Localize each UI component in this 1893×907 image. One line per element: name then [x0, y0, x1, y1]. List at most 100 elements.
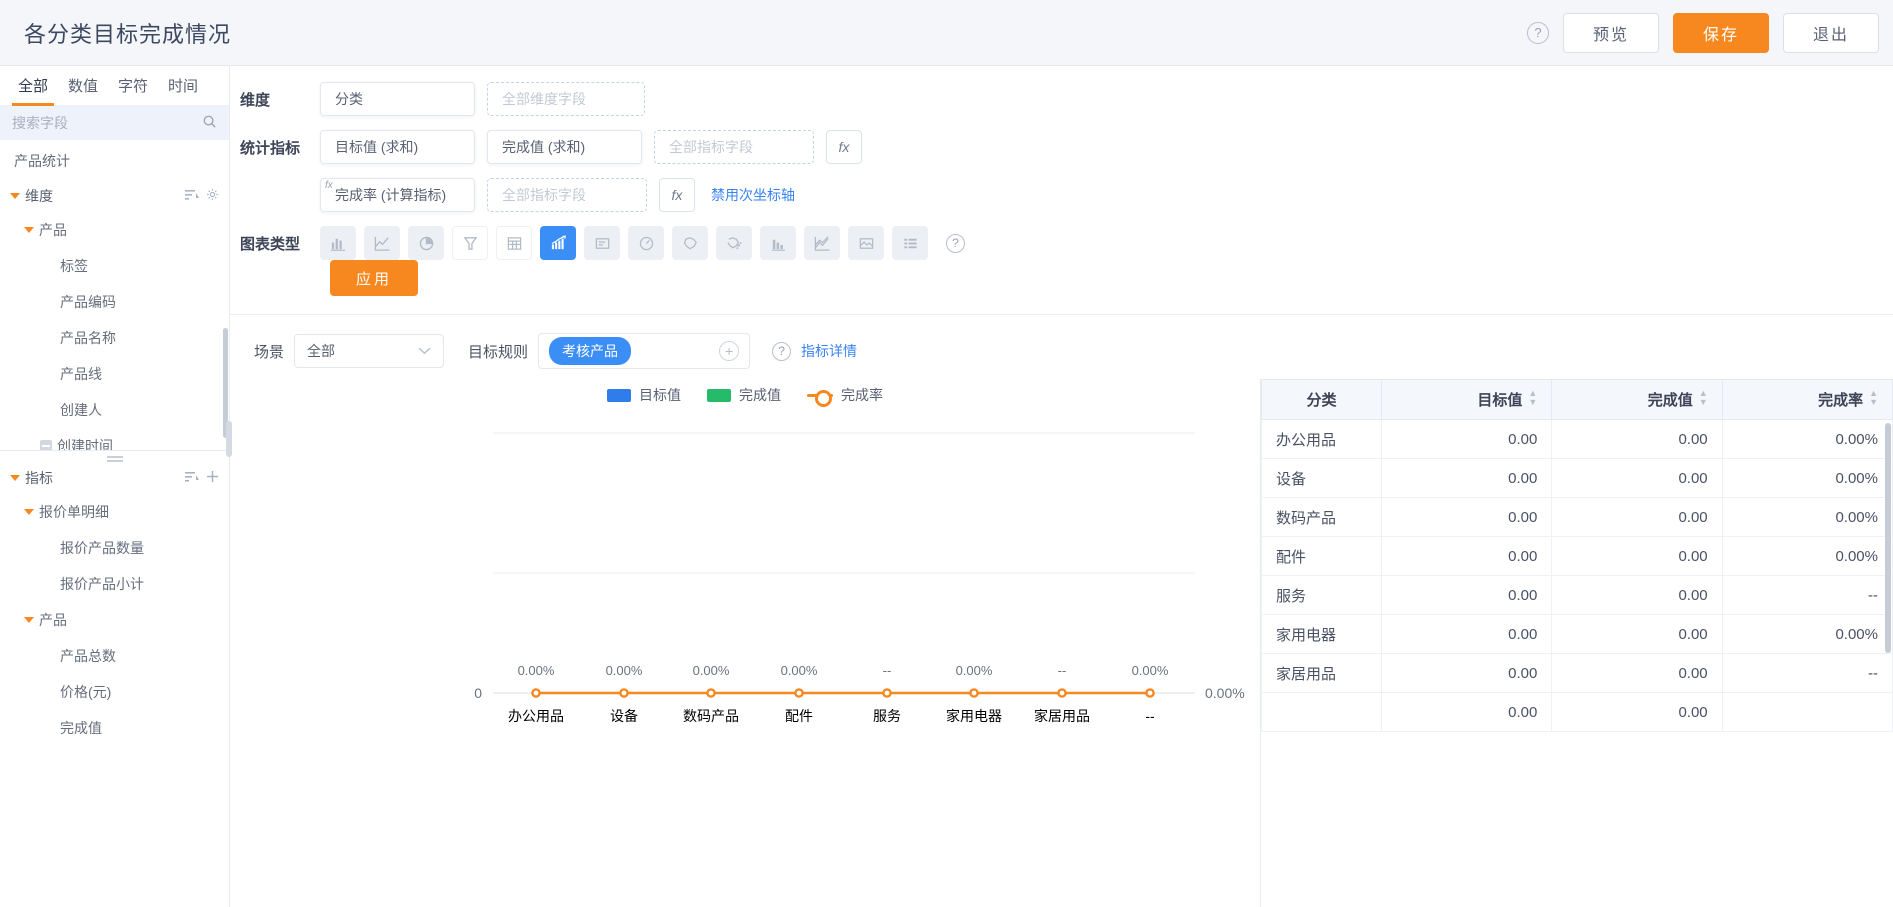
- table-scrollbar[interactable]: [1885, 423, 1891, 653]
- tree-node-finished-value[interactable]: 完成值: [0, 710, 229, 746]
- exit-button[interactable]: 退出: [1783, 12, 1879, 53]
- app-body: 全部 数值 字符 时间 产品统计 维度: [0, 66, 1893, 907]
- dimension-field-category[interactable]: 分类: [320, 82, 475, 116]
- image-chart-icon[interactable]: [848, 226, 884, 260]
- preview-button[interactable]: 预览: [1563, 12, 1659, 53]
- table-row[interactable]: 家用电器 0.00 0.00 0.00%: [1261, 614, 1893, 654]
- table-row[interactable]: 0.00 0.00: [1261, 692, 1893, 732]
- tree-node-quote-qty[interactable]: 报价产品数量: [0, 530, 229, 566]
- tree-node-quote-subtotal[interactable]: 报价产品小计: [0, 566, 229, 602]
- plus-icon[interactable]: [206, 470, 219, 486]
- tab-all[interactable]: 全部: [8, 66, 58, 106]
- sidebar-resize-handle[interactable]: [226, 421, 232, 457]
- cell-category: 办公用品: [1261, 419, 1382, 459]
- tree-node-product-code[interactable]: 产品编码: [0, 284, 229, 320]
- tree-node-price[interactable]: 价格(元): [0, 674, 229, 710]
- chevron-down-icon: [10, 475, 20, 481]
- table-row[interactable]: 家居用品 0.00 0.00 --: [1261, 653, 1893, 693]
- legend-item-target[interactable]: 目标值: [607, 385, 681, 405]
- tree-node-label: 创建时间: [57, 438, 113, 450]
- list-chart-icon[interactable]: [892, 226, 928, 260]
- search-icon[interactable]: [202, 114, 217, 132]
- metric-field-actual[interactable]: 完成值 (求和): [487, 130, 642, 164]
- sort-arrows-icon[interactable]: ▲ ▼: [1699, 389, 1708, 407]
- table-row[interactable]: 配件 0.00 0.00 0.00%: [1261, 536, 1893, 576]
- column-header-rate[interactable]: ▲ ▼ 完成率: [1721, 379, 1893, 420]
- sort-arrows-icon[interactable]: ▲ ▼: [1869, 389, 1878, 407]
- tree-node-creator[interactable]: 创建人: [0, 392, 229, 428]
- legend-item-rate[interactable]: 完成率: [807, 385, 883, 407]
- save-button[interactable]: 保存: [1673, 12, 1769, 53]
- bar-chart-icon[interactable]: [320, 226, 356, 260]
- tree-node-quote-detail[interactable]: 报价单明细: [0, 494, 229, 530]
- table-row[interactable]: 服务 0.00 0.00 --: [1261, 575, 1893, 615]
- metric-group-header[interactable]: 指标: [0, 462, 229, 494]
- sidebar-splitter[interactable]: [0, 450, 229, 462]
- line-chart-icon[interactable]: [364, 226, 400, 260]
- metric-field-dropzone[interactable]: 全部指标字段: [654, 130, 814, 164]
- chevron-down-icon: [24, 509, 34, 515]
- tab-string[interactable]: 字符: [108, 66, 158, 105]
- table-row[interactable]: 设备 0.00 0.00 0.00%: [1261, 458, 1893, 498]
- disable-secondary-axis-link[interactable]: 禁用次坐标轴: [711, 185, 795, 205]
- metric-detail-link[interactable]: 指标详情: [801, 341, 857, 361]
- tree-node-tag[interactable]: 标签: [0, 248, 229, 284]
- tab-time[interactable]: 时间: [158, 66, 208, 105]
- scene-select-value: 全部: [307, 343, 336, 359]
- map-area-icon[interactable]: [672, 226, 708, 260]
- cell-rate: --: [1721, 575, 1893, 615]
- sort-arrows-icon[interactable]: ▲ ▼: [1528, 389, 1537, 407]
- tree-node-product[interactable]: 产品: [0, 212, 229, 248]
- cell-category: 家用电器: [1261, 614, 1382, 654]
- metric-field-target[interactable]: 目标值 (求和): [320, 130, 475, 164]
- secondary-metric-field-rate[interactable]: 完成率 (计算指标): [320, 178, 475, 212]
- tree-node-product-line[interactable]: 产品线: [0, 356, 229, 392]
- question-circle-icon[interactable]: ?: [772, 341, 792, 361]
- tree-node-product-metric[interactable]: 产品: [0, 602, 229, 638]
- gauge-chart-icon[interactable]: [628, 226, 664, 260]
- chevron-down-icon: [24, 617, 34, 623]
- secondary-fx-button[interactable]: fx: [659, 178, 695, 212]
- sort-icon[interactable]: [185, 188, 199, 204]
- funnel-chart-icon[interactable]: [452, 226, 488, 260]
- dimension-group-header[interactable]: 维度: [0, 180, 229, 212]
- column-header-category[interactable]: 分类: [1261, 379, 1382, 420]
- scene-select[interactable]: 全部: [294, 334, 445, 368]
- pie-chart-icon[interactable]: [408, 226, 444, 260]
- table-icon[interactable]: [496, 226, 532, 260]
- column-header-target[interactable]: ▲ ▼ 目标值: [1380, 379, 1553, 420]
- stacked-bar-icon[interactable]: [760, 226, 796, 260]
- table-row[interactable]: 办公用品 0.00 0.00 0.00%: [1261, 419, 1893, 459]
- legend-item-actual[interactable]: 完成值: [707, 385, 781, 405]
- x-axis-tick: 配件: [785, 708, 813, 724]
- card-text-icon[interactable]: [584, 226, 620, 260]
- apply-button[interactable]: 应用: [330, 260, 418, 296]
- search-input[interactable]: [12, 115, 196, 131]
- tree-node-create-time[interactable]: 创建时间: [0, 428, 229, 450]
- dimension-field-dropzone[interactable]: 全部维度字段: [487, 82, 645, 116]
- chart-editor-app: 各分类目标完成情况 ? 预览 保存 退出 全部 数值 字符 时间 搜索字段 产品…: [0, 0, 1893, 907]
- sort-icon[interactable]: [185, 470, 199, 486]
- cell-actual: 0.00: [1551, 614, 1723, 654]
- table-row[interactable]: 数码产品 0.00 0.00 0.00%: [1261, 497, 1893, 537]
- dataset-title: 产品统计: [14, 153, 70, 169]
- question-circle-icon[interactable]: ?: [946, 233, 965, 253]
- tree-node-product-name[interactable]: 产品名称: [0, 320, 229, 356]
- field-sidebar: 全部 数值 字符 时间 产品统计 维度: [0, 66, 232, 907]
- chart-plot: 0.00% 0.00% 0.00% 0.00% -- 0.00% -- 0.00…: [230, 425, 1260, 907]
- tab-number[interactable]: 数值: [58, 66, 108, 105]
- metric-fx-button[interactable]: fx: [826, 130, 862, 164]
- rule-tag-assessment-product[interactable]: 考核产品: [549, 337, 632, 365]
- cell-category: 服务: [1261, 575, 1382, 615]
- secondary-metric-dropzone[interactable]: 全部指标字段: [487, 178, 647, 212]
- column-header-actual[interactable]: ▲ ▼ 完成值: [1551, 379, 1723, 420]
- plus-circle-icon[interactable]: +: [719, 341, 740, 361]
- map-scatter-icon[interactable]: [716, 226, 752, 260]
- main-panel: 维度 分类 全部维度字段 统计指标 目标值 (求和) 完成值 (求和) 全部指标…: [230, 66, 1893, 907]
- question-circle-icon[interactable]: ?: [1527, 21, 1549, 44]
- gear-icon[interactable]: [206, 188, 219, 204]
- legend-swatch: [707, 388, 731, 402]
- combo-chart-icon[interactable]: [540, 226, 576, 260]
- area-chart-icon[interactable]: [804, 226, 840, 260]
- tree-node-product-count[interactable]: 产品总数: [0, 638, 229, 674]
